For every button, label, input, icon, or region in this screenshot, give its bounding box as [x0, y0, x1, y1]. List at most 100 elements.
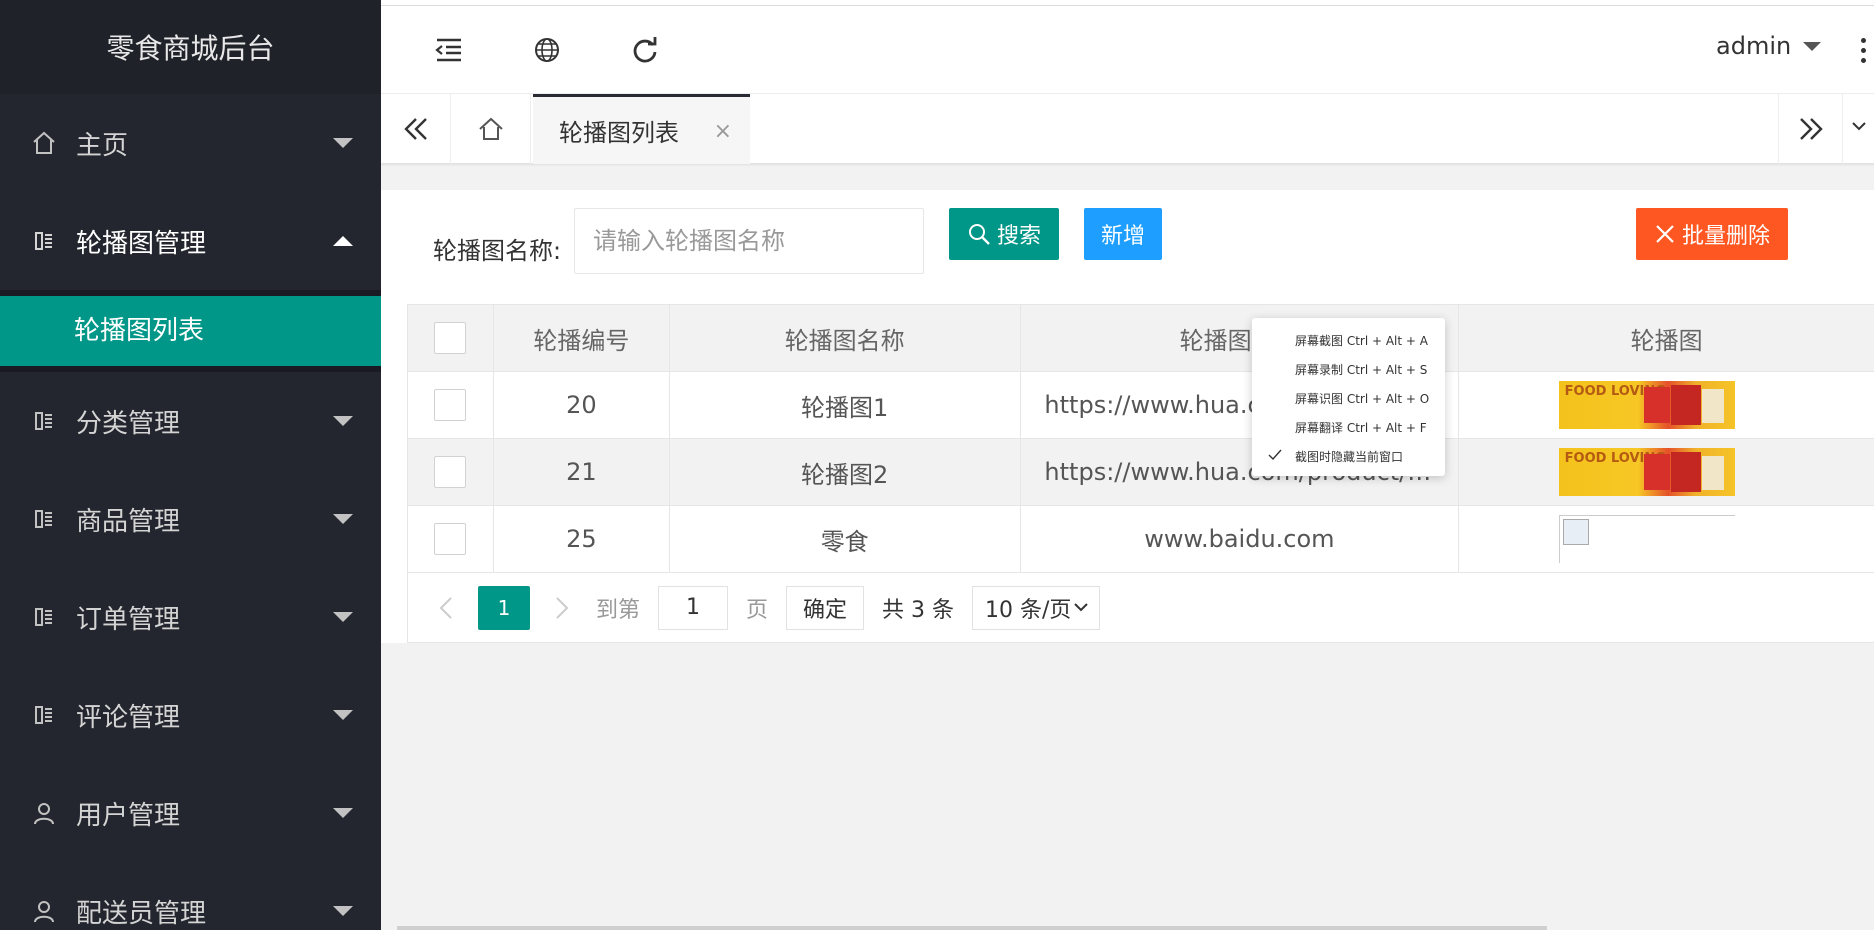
- grid-icon: [30, 505, 58, 533]
- chevron-down-icon: [1852, 122, 1866, 131]
- batch-delete-button[interactable]: 批量删除: [1636, 208, 1788, 260]
- grid-icon: [30, 603, 58, 631]
- close-icon[interactable]: ×: [714, 119, 732, 144]
- select-all-checkbox[interactable]: [434, 322, 467, 354]
- search-input[interactable]: [574, 208, 924, 274]
- sidebar: 零食商城后台 主页 轮播图管理 轮播图列表 分类管理 商品管理 订单管理 评论管…: [0, 0, 381, 930]
- sidebar-item-label: 评论管理: [76, 702, 181, 733]
- chevron-down-icon: [333, 808, 353, 818]
- carousel-table: 轮播编号 轮播图名称 轮播图URL 轮播图 20 轮播图1 https://ww…: [407, 304, 1874, 643]
- menu-item-hide-window[interactable]: 截图时隐藏当前窗口: [1252, 442, 1445, 471]
- user-icon: [30, 799, 58, 827]
- app-logo-title: 零食商城后台: [0, 0, 381, 94]
- table-row[interactable]: 25 零食 www.baidu.com: [408, 506, 1874, 573]
- sidebar-item-label: 订单管理: [76, 604, 181, 635]
- row-name: 轮播图1: [670, 372, 1021, 438]
- goto-label: 到第: [596, 597, 641, 623]
- chevron-down-icon: [333, 612, 353, 622]
- content-card: 轮播图名称: 搜索 新增 批量删除 轮播编号 轮播图名称 轮播图URL 轮播图 …: [381, 190, 1874, 643]
- grid-icon: [30, 227, 58, 255]
- tab-carousel-list[interactable]: 轮播图列表 ×: [533, 94, 750, 164]
- sidebar-item-home[interactable]: 主页: [0, 94, 381, 192]
- chevron-down-icon: [1803, 41, 1822, 51]
- tab-scroll-left-button[interactable]: [381, 94, 451, 164]
- tab-home[interactable]: [451, 94, 531, 164]
- menu-collapse-icon[interactable]: [429, 30, 469, 70]
- table-row[interactable]: 21 轮播图2 https://www.hua.com/product/9012…: [408, 439, 1874, 506]
- sidebar-item-label: 用户管理: [76, 800, 181, 831]
- horizontal-scrollbar[interactable]: [397, 926, 1547, 930]
- row-url: www.baidu.com: [1144, 525, 1335, 553]
- user-menu[interactable]: admin: [1716, 32, 1822, 60]
- chevron-down-icon: [1074, 602, 1088, 611]
- sidebar-item-product[interactable]: 商品管理: [0, 470, 381, 568]
- sidebar-item-courier[interactable]: 配送员管理: [0, 862, 381, 930]
- chevron-left-icon: [439, 596, 452, 619]
- tab-options-button[interactable]: [1842, 94, 1874, 164]
- sidebar-item-category[interactable]: 分类管理: [0, 372, 381, 470]
- carousel-thumbnail: FOOD LOVING: [1558, 381, 1735, 429]
- row-id: 25: [494, 506, 670, 572]
- page-unit: 页: [746, 597, 769, 623]
- sidebar-item-comment[interactable]: 评论管理: [0, 666, 381, 764]
- subnav-carousel: 轮播图列表: [0, 290, 381, 372]
- sidebar-item-label: 轮播图管理: [76, 228, 207, 259]
- row-name: 轮播图2: [670, 439, 1021, 505]
- globe-icon[interactable]: [527, 30, 567, 70]
- chevron-down-icon: [333, 138, 353, 148]
- row-checkbox[interactable]: [434, 456, 467, 488]
- sidebar-subitem-carousel-list[interactable]: 轮播图列表: [0, 296, 381, 366]
- home-icon: [30, 129, 58, 157]
- row-checkbox[interactable]: [434, 389, 467, 421]
- search-button[interactable]: 搜索: [949, 208, 1059, 260]
- chevron-down-icon: [333, 514, 353, 524]
- column-header-name: 轮播图名称: [670, 305, 1021, 371]
- username: admin: [1716, 32, 1792, 60]
- user-icon: [30, 897, 58, 925]
- next-page-button[interactable]: [544, 586, 580, 630]
- goto-confirm-button[interactable]: 确定: [786, 585, 865, 630]
- grid-icon: [30, 701, 58, 729]
- chevron-down-icon: [333, 906, 353, 916]
- tab-label: 轮播图列表: [559, 119, 679, 147]
- search-icon: [967, 222, 991, 246]
- top-header: admin: [381, 6, 1874, 94]
- tab-scroll-right-button[interactable]: [1778, 94, 1842, 164]
- grid-icon: [30, 407, 58, 435]
- screenshot-context-menu: 屏幕截图 Ctrl + Alt + A 屏幕录制 Ctrl + Alt + S …: [1252, 318, 1445, 476]
- menu-item-ocr[interactable]: 屏幕识图 Ctrl + Alt + O: [1252, 384, 1445, 413]
- menu-item-translate[interactable]: 屏幕翻译 Ctrl + Alt + F: [1252, 413, 1445, 442]
- broken-image-icon: [1558, 515, 1735, 563]
- prev-page-button[interactable]: [428, 586, 464, 630]
- chevron-up-icon: [333, 236, 353, 246]
- sidebar-item-user[interactable]: 用户管理: [0, 764, 381, 862]
- more-vertical-icon[interactable]: [1861, 38, 1867, 68]
- total-count: 共 3 条: [882, 597, 955, 623]
- close-icon: [1654, 223, 1676, 245]
- row-id: 20: [494, 372, 670, 438]
- row-checkbox[interactable]: [434, 523, 467, 555]
- column-header-image: 轮播图: [1630, 326, 1703, 355]
- page-size-select[interactable]: 10 条/页: [972, 585, 1101, 630]
- sidebar-item-carousel[interactable]: 轮播图管理: [0, 192, 381, 290]
- carousel-thumbnail: FOOD LOVING: [1558, 448, 1735, 496]
- tab-bar: 轮播图列表 ×: [381, 94, 1874, 164]
- goto-page-input[interactable]: [658, 585, 729, 630]
- sidebar-item-label: 配送员管理: [76, 898, 207, 929]
- search-label: 轮播图名称:: [433, 237, 562, 265]
- sidebar-item-label: 分类管理: [76, 408, 181, 439]
- home-icon: [478, 117, 503, 140]
- double-chevron-left-icon: [403, 118, 427, 140]
- menu-item-record[interactable]: 屏幕录制 Ctrl + Alt + S: [1252, 355, 1445, 384]
- refresh-icon[interactable]: [625, 30, 665, 70]
- pagination: 1 到第 页 确定 共 3 条 10 条/页: [408, 573, 1874, 643]
- chevron-down-icon: [333, 416, 353, 426]
- current-page[interactable]: 1: [478, 585, 530, 630]
- row-id: 21: [494, 439, 670, 505]
- sidebar-item-order[interactable]: 订单管理: [0, 568, 381, 666]
- table-row[interactable]: 20 轮播图1 https://www.hua.com/product/9012…: [408, 372, 1874, 439]
- chevron-down-icon: [333, 710, 353, 720]
- add-button[interactable]: 新增: [1084, 208, 1162, 260]
- column-header-id: 轮播编号: [494, 305, 670, 371]
- menu-item-screenshot[interactable]: 屏幕截图 Ctrl + Alt + A: [1252, 326, 1445, 355]
